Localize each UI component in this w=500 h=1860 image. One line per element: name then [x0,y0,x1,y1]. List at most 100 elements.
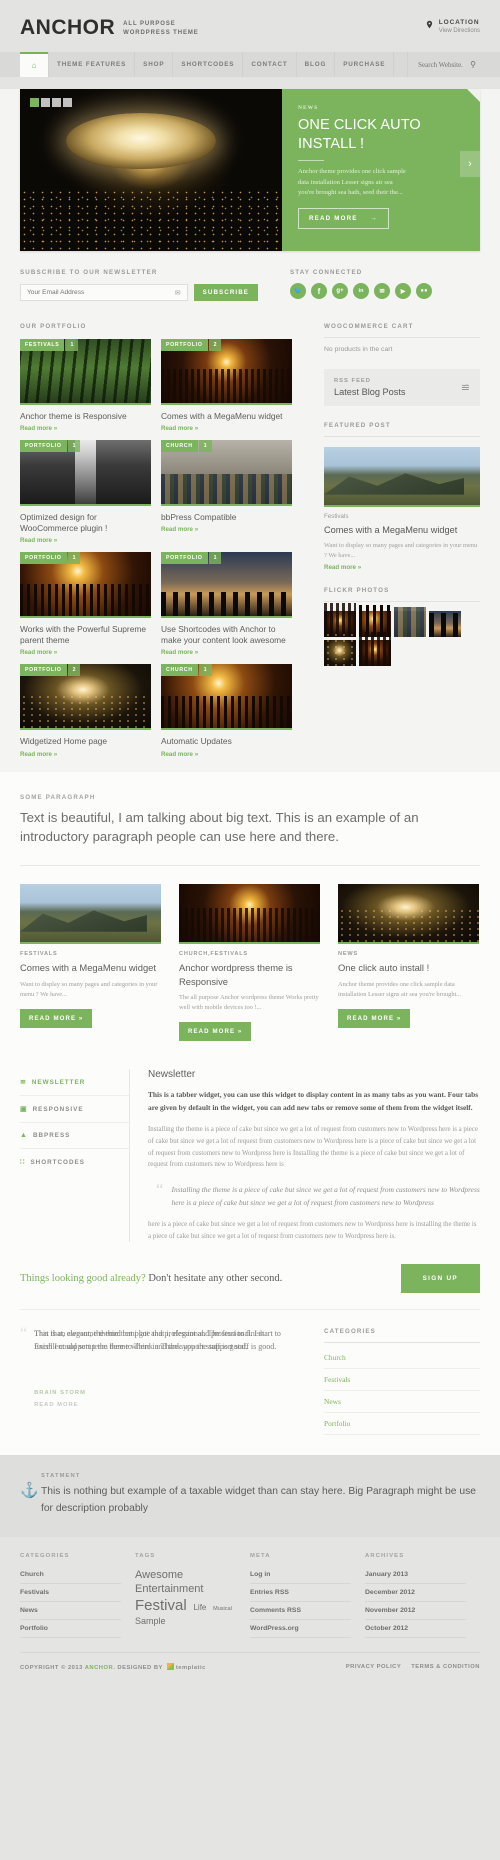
tag-awesome[interactable]: Awesome [135,1569,183,1581]
google-plus-icon[interactable]: g+ [332,283,348,299]
portfolio-thumbnail[interactable]: CHURCH 1 [161,664,292,731]
hero-slider[interactable]: NEWS ONE CLICK AUTO INSTALL ! Anchor the… [20,89,480,251]
footer-link-portfolio[interactable]: Portfolio [20,1620,121,1639]
nav-item-home[interactable]: ⌂ [20,52,48,77]
portfolio-item-title[interactable]: Widgetized Home page [20,736,151,747]
location-block[interactable]: LOCATION View Directions [425,19,480,34]
newsletter-email-input[interactable] [27,289,175,296]
portfolio-read-more[interactable]: Read more » [20,425,151,432]
portfolio-read-more[interactable]: Read more » [20,649,151,656]
rss-feed-widget[interactable]: RSS FEED Latest Blog Posts ≌ [324,369,480,406]
privacy-policy-link[interactable]: PRIVACY POLICY [346,1664,401,1670]
testimonial-block[interactable]: “ This is an awesome theme that i got an… [20,1326,282,1435]
portfolio-item[interactable]: CHURCH 1 Automatic Updates Read more » [161,664,292,758]
featured-post-title[interactable]: Comes with a MegaMenu widget [324,523,480,537]
flickr-icon[interactable]: ●● [416,283,432,299]
tab-newsletter[interactable]: ≌ NEWSLETTER [20,1069,129,1097]
category-link-portfolio[interactable]: Portfolio [324,1413,480,1436]
portfolio-read-more[interactable]: Read more » [161,649,292,656]
footer-link-november-2012[interactable]: November 2012 [365,1602,466,1621]
portfolio-thumbnail[interactable]: PORTFOLIO 1 [20,440,151,507]
nav-item-purchase[interactable]: PURCHASE [335,52,395,77]
copyright-templatic[interactable]: templatic [176,1665,206,1671]
copyright-brand[interactable]: ANCHOR [85,1665,113,1671]
nav-item-shortcodes[interactable]: SHORTCODES [173,52,244,77]
nav-item-blog[interactable]: BLOG [297,52,336,77]
portfolio-item-title[interactable]: Use Shortcodes with Anchor to make your … [161,624,292,646]
feature-read-more-button[interactable]: READ MORE » [179,1022,252,1042]
portfolio-thumbnail[interactable]: PORTFOLIO 1 [20,552,151,619]
search-box[interactable]: ⚲ [407,52,480,77]
site-logo[interactable]: ANCHOR [20,17,115,38]
search-icon[interactable]: ⚲ [470,60,476,69]
portfolio-item[interactable]: CHURCH 1 bbPress Compatible Read more » [161,440,292,544]
feature-card[interactable]: NEWS One click auto install ! Anchor the… [338,884,479,1041]
portfolio-item-title[interactable]: bbPress Compatible [161,512,292,523]
tag-musical[interactable]: Musical [213,1606,232,1612]
newsletter-subscribe-button[interactable]: SUBSCRIBE [193,284,258,301]
facebook-icon[interactable]: f [311,283,327,299]
portfolio-item[interactable]: PORTFOLIO 2 Comes with a MegaMenu widget… [161,339,292,432]
footer-link-december-2012[interactable]: December 2012 [365,1584,466,1603]
slider-dot-2[interactable] [41,98,50,107]
slider-pagination[interactable] [30,98,72,107]
nav-item-theme-features[interactable]: THEME FEATURES [48,52,136,77]
featured-post-category[interactable]: Festivals [324,513,480,520]
nav-item-shop[interactable]: SHOP [135,52,174,77]
footer-link-login[interactable]: Log in [250,1566,351,1585]
featured-post-read-more[interactable]: Read more » [324,564,480,571]
portfolio-item-title[interactable]: Optimized design for WooCommerce plugin … [20,512,151,534]
flickr-photo[interactable] [394,607,426,638]
flickr-photo[interactable] [324,632,356,667]
feature-read-more-button[interactable]: READ MORE » [20,1009,93,1028]
rss-icon[interactable]: ≌ [374,283,390,299]
footer-link-news[interactable]: News [20,1602,121,1621]
portfolio-item[interactable]: FESTIVALS 1 Anchor theme is Responsive R… [20,339,151,432]
feature-title[interactable]: Comes with a MegaMenu widget [20,961,161,974]
slider-dot-3[interactable] [52,98,61,107]
portfolio-item[interactable]: PORTFOLIO 1 Optimized design for WooComm… [20,440,151,544]
portfolio-item-title[interactable]: Automatic Updates [161,736,292,747]
portfolio-item-title[interactable]: Works with the Powerful Supreme parent t… [20,624,151,646]
linkedin-icon[interactable]: in [353,283,369,299]
testimonial-carousel[interactable]: This is an awesome theme that i got and … [34,1328,282,1408]
feature-card[interactable]: FESTIVALS Comes with a MegaMenu widget W… [20,884,161,1041]
footer-link-comments-rss[interactable]: Comments RSS [250,1602,351,1621]
tab-responsive[interactable]: ▣ RESPONSIVE [20,1096,129,1124]
feature-image[interactable] [179,884,320,945]
portfolio-thumbnail[interactable]: CHURCH 1 [161,440,292,507]
portfolio-item-title[interactable]: Comes with a MegaMenu widget [161,411,292,422]
tag-life[interactable]: Life [193,1603,206,1612]
category-link-church[interactable]: Church [324,1347,480,1370]
portfolio-read-more[interactable]: Read more » [161,526,292,533]
feature-image[interactable] [338,884,479,945]
slider-next-button[interactable]: › [460,151,480,177]
portfolio-read-more[interactable]: Read more » [20,751,151,758]
feature-image[interactable] [20,884,161,945]
terms-condition-link[interactable]: TERMS & CONDITION [411,1664,480,1670]
youtube-icon[interactable]: ▶ [395,283,411,299]
portfolio-item[interactable]: PORTFOLIO 1 Use Shortcodes with Anchor t… [161,552,292,656]
feature-title[interactable]: One click auto install ! [338,961,479,974]
testimonial-read-more[interactable]: READ MORE [34,1402,78,1408]
portfolio-item[interactable]: PORTFOLIO 2 Widgetized Home page Read mo… [20,664,151,758]
flickr-photo[interactable] [359,632,391,667]
feature-read-more-button[interactable]: READ MORE » [338,1009,411,1028]
tab-shortcodes[interactable]: ∷ SHORTCODES [20,1149,129,1175]
flickr-photo[interactable] [429,611,461,638]
newsletter-input-wrap[interactable]: ✉ [20,284,188,301]
category-link-festivals[interactable]: Festivals [324,1369,480,1392]
nav-item-contact[interactable]: CONTACT [243,52,297,77]
twitter-icon[interactable]: 🐦 [290,283,306,299]
portfolio-thumbnail[interactable]: PORTFOLIO 2 [161,339,292,405]
footer-link-october-2012[interactable]: October 2012 [365,1620,466,1639]
portfolio-item-title[interactable]: Anchor theme is Responsive [20,411,151,422]
footer-link-festivals[interactable]: Festivals [20,1584,121,1603]
footer-link-church[interactable]: Church [20,1566,121,1585]
portfolio-read-more[interactable]: Read more » [161,751,292,758]
portfolio-item[interactable]: PORTFOLIO 1 Works with the Powerful Supr… [20,552,151,656]
portfolio-thumbnail[interactable]: FESTIVALS 1 [20,339,151,405]
slide-read-more-button[interactable]: READ MORE → [298,208,389,230]
portfolio-thumbnail[interactable]: PORTFOLIO 1 [161,552,292,619]
footer-link-entries-rss[interactable]: Entries RSS [250,1584,351,1603]
